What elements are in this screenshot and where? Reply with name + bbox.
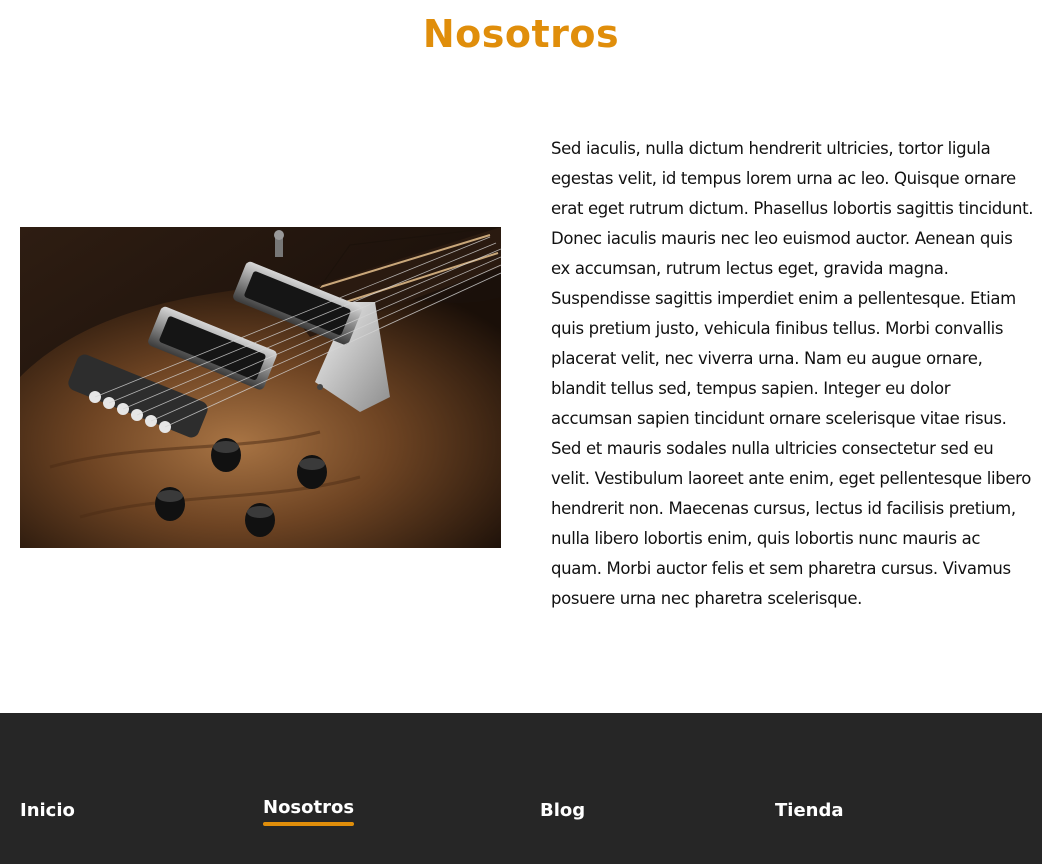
page: Nosotros Sed iaculis, nulla dictum hendr… bbox=[0, 0, 1042, 864]
about-text: Sed iaculis, nulla dictum hendrerit ultr… bbox=[551, 139, 1034, 608]
footer-nav-tienda[interactable]: Tienda bbox=[775, 799, 844, 823]
footer-nav-inicio[interactable]: Inicio bbox=[20, 799, 75, 823]
page-title: Nosotros bbox=[422, 12, 620, 56]
about-image bbox=[20, 227, 501, 548]
footer: Inicio Nosotros Blog Tienda bbox=[0, 713, 1042, 864]
footer-nav-blog[interactable]: Blog bbox=[540, 799, 585, 823]
footer-nav-nosotros[interactable]: Nosotros bbox=[263, 796, 355, 826]
